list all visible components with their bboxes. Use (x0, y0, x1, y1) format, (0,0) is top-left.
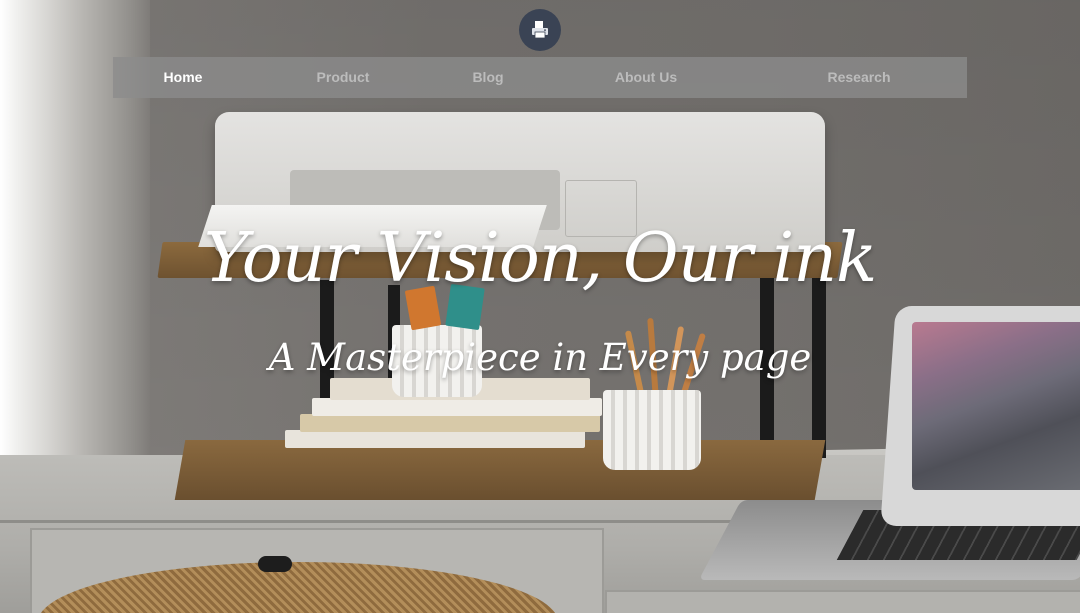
book (312, 398, 602, 416)
hero-headline: Your Vision, Our ink (203, 219, 878, 298)
main-nav: Home Product Blog About Us Research (113, 57, 967, 98)
pencil-cup (603, 390, 701, 470)
book (285, 430, 585, 448)
book (300, 414, 600, 432)
nav-research[interactable]: Research (813, 57, 905, 98)
logo[interactable] (519, 9, 561, 51)
shelf-bottom (174, 440, 826, 500)
nav-product[interactable]: Product (298, 57, 388, 98)
nav-blog[interactable]: Blog (458, 57, 518, 98)
drawer-right (605, 590, 1080, 613)
hero-subheadline: A Masterpiece in Every page (268, 336, 812, 379)
nav-home[interactable]: Home (143, 57, 223, 98)
printer-icon (532, 21, 548, 39)
nav-about-us[interactable]: About Us (601, 57, 691, 98)
drawer-handle (258, 556, 292, 572)
